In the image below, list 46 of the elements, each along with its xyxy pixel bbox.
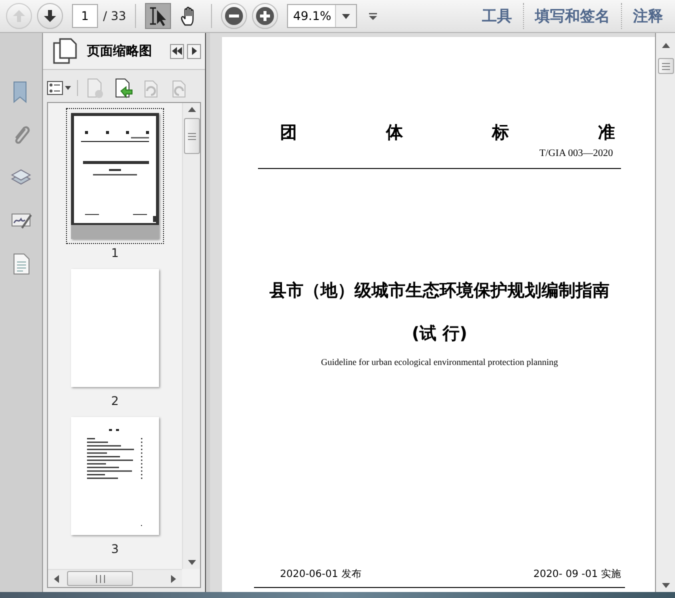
scroll-down-icon bbox=[662, 583, 670, 588]
panel-tab[interactable]: 注释 bbox=[627, 6, 669, 26]
caret-icon bbox=[342, 14, 350, 18]
page-number-label: 3 bbox=[111, 542, 119, 556]
scroll-up-icon bbox=[188, 107, 196, 112]
page-number-label: 1 bbox=[111, 246, 119, 260]
scroll-down-icon bbox=[188, 560, 196, 565]
header-character: 标 bbox=[492, 122, 509, 144]
vertical-scrollbar[interactable] bbox=[655, 33, 675, 592]
triangle-icon bbox=[192, 47, 196, 55]
english-title: Guideline for urban ecological environmental protection planning bbox=[320, 357, 559, 367]
list-options-icon bbox=[47, 81, 71, 95]
document-subtitle: (试 行) bbox=[410, 323, 468, 345]
panel-title: 页面缩略图 bbox=[87, 42, 153, 60]
page-number-label: 2 bbox=[111, 394, 119, 408]
plus-icon bbox=[254, 5, 276, 27]
document-title: 县市（地）级城市生态环境保护规划编制指南 bbox=[268, 280, 610, 302]
grip-icon bbox=[188, 132, 196, 140]
issue-date: 2020-06-01 发布 bbox=[280, 568, 362, 581]
scroll-up-icon bbox=[662, 43, 670, 48]
caret-icon bbox=[369, 12, 378, 20]
zoom-in-button[interactable] bbox=[252, 3, 278, 29]
zoom-dropdown[interactable]: 49.1% bbox=[287, 4, 358, 28]
standard-code: T/GIA 003—2020 bbox=[538, 148, 614, 159]
next-page-button[interactable] bbox=[37, 3, 63, 29]
header-character: 体 bbox=[386, 122, 403, 144]
page-number-field[interactable]: 1 bbox=[72, 4, 98, 28]
minus-icon bbox=[223, 5, 246, 27]
pages-icon bbox=[53, 38, 77, 64]
double-arrow-icon bbox=[172, 47, 182, 55]
panel-tab[interactable]: 工具 bbox=[476, 6, 518, 26]
scroll-left-icon bbox=[54, 574, 59, 582]
select-tool-button[interactable] bbox=[145, 3, 172, 29]
effective-date: 2020- 09 -01 实施 bbox=[533, 568, 621, 581]
grip-icon bbox=[662, 62, 670, 70]
panel-options-button[interactable] bbox=[187, 44, 201, 58]
panel-splitter[interactable] bbox=[205, 33, 210, 592]
collapse-panel-button[interactable] bbox=[170, 44, 184, 58]
header-character: 准 bbox=[598, 122, 615, 144]
panel-tab[interactable]: 填写和签名 bbox=[529, 6, 616, 26]
scroll-right-icon bbox=[171, 574, 176, 582]
grip-icon bbox=[96, 574, 104, 582]
horizontal-scrollbar[interactable] bbox=[48, 569, 182, 587]
header-character: 团 bbox=[280, 122, 297, 144]
page-count: / 33 bbox=[103, 9, 126, 23]
zoom-out-button[interactable] bbox=[221, 3, 248, 29]
